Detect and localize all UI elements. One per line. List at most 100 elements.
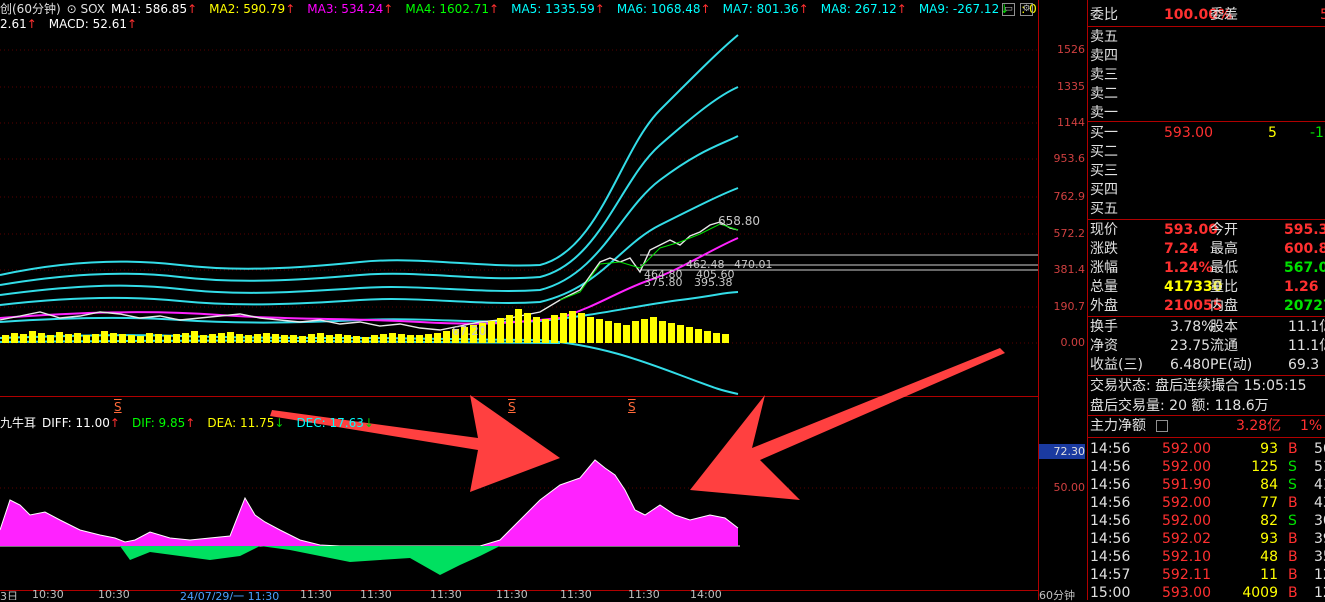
volume-bar — [119, 334, 126, 343]
expand-icon[interactable]: ▭ — [1002, 3, 1015, 16]
tick-row[interactable]: 14:56592.0093B56 — [1088, 440, 1325, 458]
price-tick-label: 190.7 — [1053, 300, 1086, 313]
volume-bar — [263, 333, 270, 343]
volume-bar — [614, 323, 621, 343]
bid-row: 买三 — [1090, 163, 1118, 179]
volume-bar — [38, 333, 45, 343]
volume-bar — [308, 334, 315, 343]
tick-row[interactable]: 14:56592.0293B39 — [1088, 530, 1325, 548]
volume-bar — [569, 311, 576, 343]
ma-legend-item: MA7: 801.36↑ — [722, 2, 809, 16]
volume-bar — [299, 336, 306, 343]
tick-row[interactable]: 15:00593.004009B1237 — [1088, 584, 1325, 600]
tick-row[interactable]: 14:56592.0082S30 — [1088, 512, 1325, 530]
price-tick-label: 1335 — [1057, 80, 1085, 93]
price-tick-label: 953.6 — [1053, 152, 1086, 165]
quote-row: 外盘210055内盘207275 — [1090, 298, 1325, 314]
volume-bar — [506, 315, 513, 343]
ask-row: 卖二 — [1090, 86, 1118, 102]
symbol-label: ⊙ SOX — [66, 2, 106, 16]
level-label-6: 395.38 — [694, 276, 733, 289]
time-tick-label: 11:30 — [430, 588, 462, 600]
volume-bar — [155, 334, 162, 343]
ask-row: 卖一 — [1090, 105, 1118, 121]
volume-bar — [101, 331, 108, 343]
volume-bar — [200, 335, 207, 343]
volume-bar — [146, 333, 153, 343]
period-tab[interactable]: 60分钟 — [1039, 590, 1085, 602]
tick-row[interactable]: 14:56592.1048B35 — [1088, 548, 1325, 566]
volume-bar — [137, 336, 144, 343]
volume-bar — [236, 334, 243, 343]
indicator-value-badge: 72.30 — [1039, 444, 1085, 459]
volume-bar — [182, 333, 189, 343]
main-flow-row[interactable]: 主力净额 3.28亿 1% — [1088, 417, 1325, 435]
stats-row: 收益(三) 6.480 PE(动) 69.3 — [1090, 357, 1320, 373]
price-tick-label: 1144 — [1057, 116, 1085, 129]
tick-row[interactable]: 14:56591.9084S41 — [1088, 476, 1325, 494]
stats-row: 净资23.75流通11.1亿 — [1090, 338, 1325, 354]
volume-bar — [218, 333, 225, 343]
signal-mark: S — [508, 400, 516, 414]
time-tick-label: 11:30 — [496, 588, 528, 600]
volume-bar — [605, 321, 612, 343]
ma-legend-item: MA9: -267.12↓ — [918, 2, 1010, 16]
tick-row[interactable]: 14:56592.00125S51 — [1088, 458, 1325, 476]
volume-bar — [2, 335, 9, 343]
ma-legend: 创(60分钟) ⊙ SOX MA1: 586.85↑ MA2: 590.79↑ MA3:… — [0, 2, 1038, 16]
volume-bar — [542, 319, 549, 343]
volume-bar — [434, 333, 441, 343]
volume-bar — [551, 315, 558, 343]
volume-bar — [362, 337, 369, 343]
after-hours-volume: 盘后交易量: 20 额: 118.6万 — [1090, 398, 1269, 414]
volume-bar — [659, 321, 666, 343]
volume-bar — [722, 334, 729, 343]
price-tick-label: 0.00 — [1060, 336, 1086, 349]
volume-bar — [632, 321, 639, 343]
ask-row: 卖三 — [1090, 67, 1118, 83]
volume-bar — [272, 334, 279, 343]
price-tick-label: 381.4 — [1053, 263, 1086, 276]
volume-bar — [344, 335, 351, 343]
time-tick-label: 14:00 — [690, 588, 722, 600]
tick-row[interactable]: 14:56592.0077B43 — [1088, 494, 1325, 512]
macd-legend-item: 2.61↑ — [0, 17, 37, 31]
volume-bar — [704, 331, 711, 343]
volume-bar — [497, 318, 504, 343]
volume-bar — [407, 335, 414, 343]
macd-legend-item: MACD: 52.61↑ — [48, 17, 138, 31]
chart-area[interactable]: 创(60分钟) ⊙ SOX MA1: 586.85↑ MA2: 590.79↑ MA3:… — [0, 0, 1038, 600]
ma-legend-item: MA2: 590.79↑ — [209, 2, 296, 16]
bid-row: 买五 — [1090, 201, 1118, 217]
quote-row: 总量 417330 量比 1.26 — [1090, 279, 1319, 295]
dropdown-icon[interactable] — [1156, 420, 1168, 432]
time-tick-label: 10:30 — [98, 588, 130, 600]
indicator-legend-item: 九牛耳 — [0, 416, 37, 430]
trade-status: 交易状态: 盘后连续撮合 15:05:15 — [1090, 378, 1307, 394]
volume-bar — [623, 325, 630, 343]
volume-bar — [650, 317, 657, 343]
price-chart[interactable] — [0, 0, 1038, 600]
time-tick-label: 11:30 — [300, 588, 332, 600]
stats-row: 换手3.78%股本11.1亿 — [1090, 319, 1325, 335]
volume-bar — [488, 321, 495, 343]
macd-legend: 2.61↑ MACD: 52.61↑ — [0, 17, 149, 31]
volume-bar — [560, 313, 567, 343]
volume-bar — [164, 335, 171, 343]
indicator-legend-item: DEA: 11.75↓ — [207, 416, 285, 430]
volume-bar — [74, 333, 81, 343]
volume-bar — [533, 317, 540, 343]
time-tick-label: 11:30 — [628, 588, 660, 600]
settings-icon[interactable]: ⚙ — [1020, 3, 1033, 16]
tick-row[interactable]: 14:57592.1111B12 — [1088, 566, 1325, 584]
volume-bar — [20, 334, 27, 343]
volume-bar — [209, 334, 216, 343]
weibi-row: 委比 100.00% 委差 5 — [1090, 7, 1325, 23]
volume-bar — [353, 336, 360, 343]
volume-bar — [83, 335, 90, 343]
volume-bar — [515, 309, 522, 343]
time-tick-label: 24/07/29/一 11:30 — [180, 590, 280, 600]
ask-row: 卖四 — [1090, 48, 1118, 64]
bid-row: 买二 — [1090, 144, 1118, 160]
price-tick-label: 572.2 — [1053, 227, 1086, 240]
